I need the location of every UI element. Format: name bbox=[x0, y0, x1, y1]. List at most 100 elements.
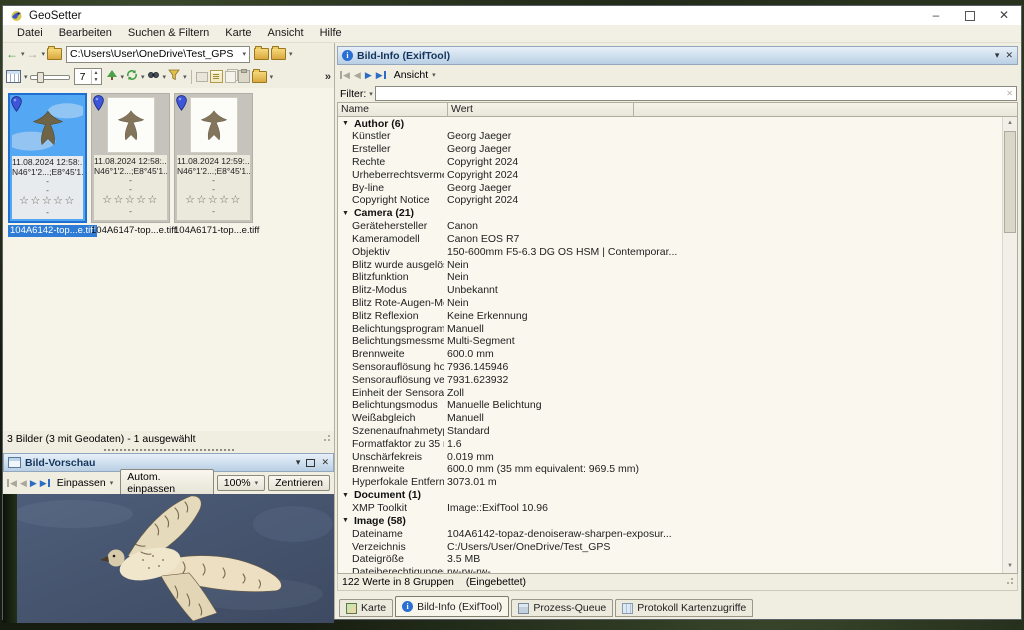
thumbnail-size-spinner[interactable]: 7 ▲▼ bbox=[74, 68, 102, 85]
thumbnail-item[interactable]: 11.08.2024 12:58:...N46°1'2...;E8°45'1..… bbox=[8, 93, 87, 237]
refresh-dropdown[interactable]: ▾ bbox=[141, 73, 145, 81]
scroll-up-icon[interactable]: ▲ bbox=[1003, 117, 1017, 130]
exif-row[interactable]: GeräteherstellerCanon bbox=[338, 220, 1003, 233]
preview-last-button[interactable]: ▶ bbox=[40, 477, 50, 489]
exif-row[interactable]: Dateiberechtigungenrw-rw-rw- bbox=[338, 566, 1003, 573]
exif-row[interactable]: RechteCopyright 2024 bbox=[338, 156, 1003, 169]
exif-row[interactable]: Formatfaktor zu 35 mm1.6 bbox=[338, 437, 1003, 450]
exif-last-button[interactable]: ▶ bbox=[376, 69, 386, 81]
menu-item-suchen-filtern[interactable]: Suchen & Filtern bbox=[120, 25, 217, 42]
forward-button[interactable]: → bbox=[27, 47, 39, 61]
tab-prozess-queue[interactable]: Prozess-Queue bbox=[511, 599, 613, 617]
exif-row[interactable]: VerzeichnisC:/Users/User/OneDrive/Test_G… bbox=[338, 540, 1003, 553]
exif-row[interactable]: Blitz wurde ausgelöstNein bbox=[338, 258, 1003, 271]
exif-row[interactable]: Blitz-ModusUnbekannt bbox=[338, 284, 1003, 297]
column-header-wert[interactable]: Wert bbox=[448, 103, 634, 116]
thumbnail-item[interactable]: 11.08.2024 12:59:...N46°1'2...;E8°45'1..… bbox=[174, 93, 253, 237]
exif-collapse-button[interactable]: ▾ bbox=[995, 50, 1000, 61]
copy-icon[interactable] bbox=[225, 71, 236, 83]
resize-grip[interactable] bbox=[1005, 578, 1013, 586]
tab-karte[interactable]: Karte bbox=[339, 599, 393, 617]
toolbar-overflow-icon[interactable]: » bbox=[325, 71, 331, 83]
back-button[interactable]: ← bbox=[6, 47, 18, 61]
tab-bild-info-exiftool[interactable]: iBild-Info (ExifTool) bbox=[395, 596, 509, 617]
filter-input[interactable]: ✕ bbox=[375, 86, 1017, 101]
preview-prev-button[interactable]: ◀ bbox=[20, 477, 27, 489]
auto-fit-button[interactable]: Autom. einpassen bbox=[120, 469, 214, 497]
exif-row[interactable]: Blitz ReflexionKeine Erkennung bbox=[338, 309, 1003, 322]
zoom-level-select[interactable]: 100% ▾ bbox=[217, 475, 265, 491]
exif-row[interactable]: SzenenaufnahmetypStandard bbox=[338, 425, 1003, 438]
exif-scrollbar[interactable]: ▲ ▼ bbox=[1002, 117, 1017, 573]
minimize-button[interactable]: – bbox=[919, 6, 953, 25]
exif-row[interactable]: Blitz Rote-Augen-ModusNein bbox=[338, 297, 1003, 310]
preview-float-button[interactable] bbox=[306, 459, 315, 467]
thumbnail-card[interactable]: 11.08.2024 12:58:...N46°1'2...;E8°45'1..… bbox=[8, 93, 87, 223]
thumbnail-card[interactable]: 11.08.2024 12:58:...N46°1'2...;E8°45'1..… bbox=[91, 93, 170, 223]
exif-group-row[interactable]: ▼Author (6) bbox=[338, 117, 1003, 130]
collapse-arrow-icon[interactable]: ▼ bbox=[342, 492, 349, 499]
edit-data-icon[interactable] bbox=[210, 70, 223, 83]
exif-row[interactable]: Objektiv150-600mm F5-6.3 DG OS HSM | Con… bbox=[338, 245, 1003, 258]
close-button[interactable]: ✕ bbox=[987, 6, 1021, 25]
folder-stack-dropdown[interactable]: ▾ bbox=[270, 73, 274, 81]
folder-stack-icon[interactable] bbox=[252, 71, 267, 83]
exif-row[interactable]: KameramodellCanon EOS R7 bbox=[338, 233, 1003, 246]
exif-row[interactable]: Dateiname104A6142-topaz-denoiseraw-sharp… bbox=[338, 527, 1003, 540]
tag-icon[interactable] bbox=[196, 72, 208, 82]
tab-protokoll-kartenzugriffe[interactable]: Protokoll Kartenzugriffe bbox=[615, 599, 753, 617]
exif-row[interactable]: XMP ToolkitImage::ExifTool 10.96 bbox=[338, 502, 1003, 515]
view-mode-dropdown[interactable]: ▾ bbox=[24, 73, 28, 81]
exif-group-row[interactable]: ▼Document (1) bbox=[338, 489, 1003, 502]
open-folder-dropdown[interactable]: ▾ bbox=[289, 50, 293, 58]
exif-row[interactable]: BelichtungsmessmethodeMulti-Segment bbox=[338, 335, 1003, 348]
menu-item-bearbeiten[interactable]: Bearbeiten bbox=[51, 25, 120, 42]
exif-row[interactable]: Unschärfekreis0.019 mm bbox=[338, 450, 1003, 463]
fit-mode-button[interactable]: Einpassen ▾ bbox=[53, 476, 118, 490]
menu-item-hilfe[interactable]: Hilfe bbox=[312, 25, 350, 42]
thumbnail-size-slider[interactable] bbox=[30, 71, 70, 83]
path-combobox[interactable]: C:\Users\User\OneDrive\Test_GPS ▾ bbox=[66, 46, 250, 63]
preview-next-button[interactable]: ▶ bbox=[30, 477, 37, 489]
assign-dropdown[interactable]: ▾ bbox=[121, 73, 125, 81]
exif-row[interactable]: Einheit der Sensoraufl...Zoll bbox=[338, 386, 1003, 399]
refresh-icon[interactable] bbox=[126, 68, 138, 86]
exif-group-row[interactable]: ▼Image (58) bbox=[338, 514, 1003, 527]
preview-first-button[interactable]: ◀ bbox=[7, 477, 17, 489]
exif-row[interactable]: WeißabgleichManuell bbox=[338, 412, 1003, 425]
center-button[interactable]: Zentrieren bbox=[268, 475, 330, 491]
assign-images-icon[interactable] bbox=[106, 68, 118, 86]
view-mode-icon[interactable] bbox=[6, 70, 21, 83]
preview-collapse-button[interactable]: ▾ bbox=[296, 457, 301, 468]
thumbnail-filename[interactable]: 104A6147-top...e.tiff bbox=[91, 225, 170, 237]
thumbnail-card[interactable]: 11.08.2024 12:59:...N46°1'2...;E8°45'1..… bbox=[174, 93, 253, 223]
folder-up-icon[interactable] bbox=[47, 48, 62, 60]
exif-row[interactable]: Brennweite600.0 mm bbox=[338, 348, 1003, 361]
column-header-name[interactable]: Name bbox=[338, 103, 448, 116]
exif-row[interactable]: KünstlerGeorg Jaeger bbox=[338, 130, 1003, 143]
forward-history-dropdown[interactable]: ▾ bbox=[42, 50, 46, 58]
exif-row[interactable]: Hyperfokale Entfernung3073.01 m bbox=[338, 476, 1003, 489]
exif-row[interactable]: Copyright NoticeCopyright 2024 bbox=[338, 194, 1003, 207]
back-history-dropdown[interactable]: ▾ bbox=[21, 50, 25, 58]
collapse-arrow-icon[interactable]: ▼ bbox=[342, 120, 349, 127]
spin-up-icon[interactable]: ▲ bbox=[92, 70, 101, 77]
reload-folder-icon[interactable] bbox=[254, 48, 269, 60]
scroll-down-icon[interactable]: ▼ bbox=[1003, 560, 1017, 573]
exif-row[interactable]: Dateigröße3.5 MB bbox=[338, 553, 1003, 566]
exif-row[interactable]: BlitzfunktionNein bbox=[338, 271, 1003, 284]
horizontal-splitter[interactable] bbox=[3, 446, 334, 453]
menu-item-datei[interactable]: Datei bbox=[9, 25, 51, 42]
filter-funnel-icon[interactable] bbox=[168, 68, 180, 86]
preview-close-button[interactable]: ✕ bbox=[321, 457, 329, 468]
scrollbar-thumb[interactable] bbox=[1004, 131, 1016, 233]
exif-row[interactable]: UrheberrechtsvermerkCopyright 2024 bbox=[338, 168, 1003, 181]
collapse-arrow-icon[interactable]: ▼ bbox=[342, 517, 349, 524]
menu-item-karte[interactable]: Karte bbox=[217, 25, 259, 42]
filter-dropdown[interactable]: ▾ bbox=[183, 73, 187, 81]
spin-down-icon[interactable]: ▼ bbox=[92, 77, 101, 84]
exif-row[interactable]: ErstellerGeorg Jaeger bbox=[338, 143, 1003, 156]
exif-row[interactable]: Sensorauflösung horiz...7936.145946 bbox=[338, 361, 1003, 374]
menu-item-ansicht[interactable]: Ansicht bbox=[260, 25, 312, 42]
resize-grip[interactable] bbox=[322, 435, 330, 443]
